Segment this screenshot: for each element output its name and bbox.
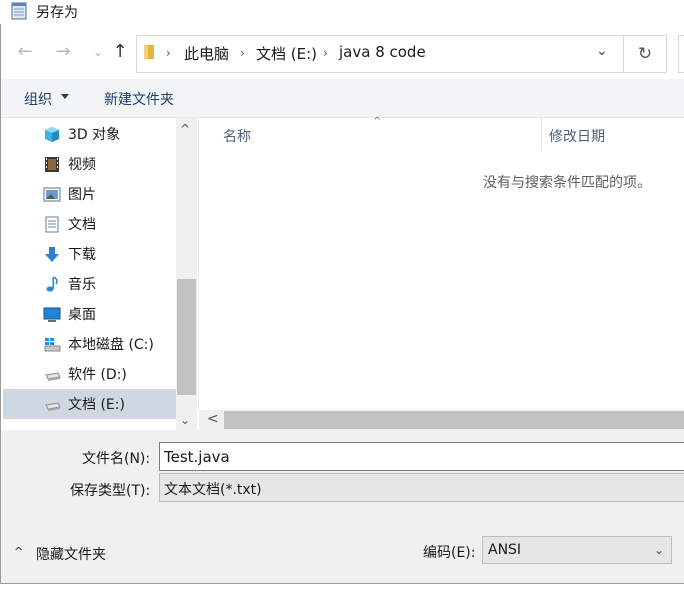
breadcrumb-this-pc[interactable]: 此电脑 — [184, 43, 229, 64]
sidebar-item-label: 桌面 — [68, 307, 96, 323]
breadcrumb-separator[interactable]: › — [240, 46, 245, 60]
window-title: 另存为 — [36, 5, 78, 21]
filetype-select[interactable]: 文本文档(*.txt) — [159, 473, 684, 502]
chevron-up-icon[interactable]: ^ — [14, 545, 23, 558]
scroll-left-arrow-icon[interactable]: < — [207, 411, 219, 427]
sidebar-item-drive-d[interactable]: 软件 (D:) — [3, 359, 177, 389]
empty-folder-message: 没有与搜索条件匹配的项。 — [483, 175, 651, 191]
breadcrumb-drive-e[interactable]: 文档 (E:) — [256, 43, 317, 64]
sidebar-item-label: 软件 (D:) — [68, 367, 127, 383]
desktop-icon — [43, 307, 61, 322]
sidebar-item-videos[interactable]: 视频 — [3, 149, 177, 179]
chevron-down-icon[interactable]: ⌄ — [654, 543, 664, 557]
sidebar-item-label: 下载 — [68, 247, 96, 263]
hide-folders-button[interactable]: 隐藏文件夹 — [36, 544, 106, 564]
sidebar-scroll-thumb[interactable] — [177, 279, 196, 395]
new-folder-button[interactable]: 新建文件夹 — [104, 89, 174, 109]
drive-icon — [45, 372, 61, 381]
sidebar-item-label: 视频 — [68, 157, 96, 173]
filename-field[interactable] — [159, 442, 684, 471]
sidebar-item-3d-objects[interactable]: 3D 对象 — [3, 119, 177, 149]
sidebar-item-drive-c[interactable]: 本地磁盘 (C:) — [3, 329, 177, 359]
sidebar-item-label: 图片 — [68, 187, 96, 203]
cube-3d-icon — [45, 127, 59, 142]
sidebar-item-label: 文档 — [68, 217, 96, 233]
video-icon — [45, 157, 59, 172]
address-history-dropdown[interactable]: ⌄ — [596, 43, 608, 59]
scroll-down-arrow-icon[interactable]: ⌄ — [180, 413, 190, 427]
refresh-button[interactable]: ↻ — [624, 35, 667, 73]
sidebar-item-desktop[interactable]: 桌面 — [3, 299, 177, 329]
breadcrumb-separator[interactable]: › — [323, 46, 328, 60]
sidebar-item-label: 本地磁盘 (C:) — [68, 337, 154, 353]
folder-icon — [144, 45, 154, 59]
sidebar-item-music[interactable]: 音乐 — [3, 269, 177, 299]
notepad-icon — [11, 2, 27, 20]
scroll-up-arrow-icon[interactable]: ^ — [180, 122, 190, 136]
pictures-icon — [43, 187, 61, 202]
sidebar-item-downloads[interactable]: 下载 — [3, 239, 177, 269]
sidebar-item-documents[interactable]: 文档 — [3, 209, 177, 239]
horizontal-scroll-thumb[interactable] — [224, 411, 684, 429]
filetype-label: 保存类型(T): — [70, 483, 151, 499]
windows-drive-icon — [44, 338, 61, 352]
breadcrumb-separator: › — [166, 46, 171, 60]
sidebar-item-pictures[interactable]: 图片 — [3, 179, 177, 209]
documents-icon — [45, 216, 59, 233]
up-button[interactable]: ↑ — [108, 41, 132, 65]
sort-ascending-icon: ^ — [373, 116, 382, 127]
forward-button[interactable]: → — [51, 41, 75, 65]
navigation-pane: 3D 对象 视频 图片 文档 下载 音乐 桌面 本地磁盘 (C:) 软件 (D:… — [1, 118, 197, 430]
sidebar-item-label: 音乐 — [68, 277, 96, 293]
file-list[interactable] — [199, 118, 684, 430]
music-icon — [46, 276, 58, 292]
sidebar-item-label: 3D 对象 — [68, 127, 121, 143]
breadcrumb-current-folder[interactable]: java 8 code — [339, 43, 426, 61]
column-divider[interactable] — [541, 118, 542, 151]
encoding-select[interactable]: ANSI — [482, 536, 672, 564]
recent-locations-button[interactable]: ⌄ — [86, 41, 110, 65]
organize-button[interactable]: 组织 — [24, 89, 52, 109]
sidebar-item-drive-e[interactable]: 文档 (E:) — [3, 389, 177, 419]
caret-down-icon — [61, 94, 69, 99]
sidebar-item-label: 文档 (E:) — [68, 397, 125, 413]
drive-icon — [45, 402, 61, 411]
column-header-date-modified[interactable]: 修改日期 — [549, 126, 605, 146]
download-icon — [45, 247, 59, 262]
pane-divider — [198, 118, 199, 410]
filename-label: 文件名(N): — [82, 451, 151, 467]
back-button[interactable]: ← — [13, 41, 37, 65]
title-bar — [0, 0, 684, 24]
encoding-label: 编码(E): — [423, 545, 476, 561]
column-header-name[interactable]: 名称 — [223, 126, 251, 146]
search-input[interactable] — [678, 35, 684, 73]
